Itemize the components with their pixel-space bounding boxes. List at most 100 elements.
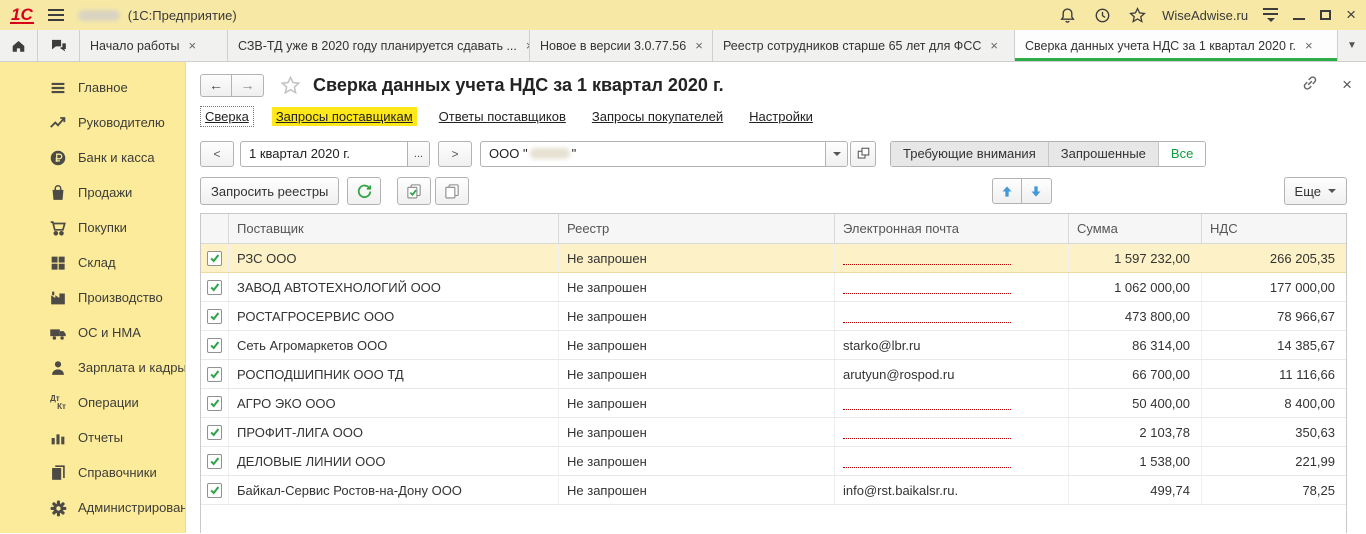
combo-dropdown-icon[interactable]: [825, 142, 847, 166]
window-titlebar: 1С (1С:Предприятие) WiseAdwise.ru ×: [0, 0, 1366, 30]
more-button[interactable]: Еще: [1284, 177, 1347, 205]
row-checkbox[interactable]: [207, 338, 222, 353]
sidebar-item-main[interactable]: Главное: [0, 70, 185, 105]
subtab-supplier-answers[interactable]: Ответы поставщиков: [435, 107, 570, 126]
table-row[interactable]: РОСПОДШИПНИК ООО ТД Не запрошен arutyun@…: [201, 360, 1346, 389]
redacted-organization-name: [530, 148, 570, 159]
tab-close-icon[interactable]: ×: [990, 38, 998, 53]
move-up-button[interactable]: [992, 178, 1022, 204]
toolbar: Запросить реестры: [200, 176, 1347, 206]
chevron-down-icon: [1328, 189, 1336, 193]
tab-fss-registry[interactable]: Реестр сотрудников старше 65 лет для ФСС…: [713, 30, 1015, 61]
sidebar-item-fixed-assets[interactable]: ОС и НМА: [0, 315, 185, 350]
tab-overflow-arrow[interactable]: ▼: [1338, 30, 1366, 61]
email-cell: [835, 447, 1069, 475]
sidebar-item-sales[interactable]: Продажи: [0, 175, 185, 210]
header-supplier[interactable]: Поставщик: [229, 214, 559, 243]
tab-vat-reconciliation[interactable]: Сверка данных учета НДС за 1 квартал 202…: [1015, 30, 1338, 61]
row-checkbox[interactable]: [207, 483, 222, 498]
tab-discussions[interactable]: [38, 30, 80, 61]
supplier-cell: ДЕЛОВЫЕ ЛИНИИ ООО: [229, 447, 559, 475]
next-period-button[interactable]: >: [438, 141, 472, 167]
table-row[interactable]: ПРОФИТ-ЛИГА ООО Не запрошен 2 103,78 350…: [201, 418, 1346, 447]
favorite-star-icon[interactable]: [280, 75, 301, 96]
subtab-settings[interactable]: Настройки: [745, 107, 817, 126]
empty-email-underline: [843, 281, 1011, 294]
tab-close-icon[interactable]: ×: [188, 38, 196, 53]
organization-combobox[interactable]: ООО " ": [480, 141, 848, 167]
registry-cell: Не запрошен: [559, 302, 835, 330]
sidebar-item-purchases[interactable]: Покупки: [0, 210, 185, 245]
notifications-bell-icon[interactable]: [1057, 5, 1077, 25]
sidebar-item-directories[interactable]: Справочники: [0, 455, 185, 490]
subtab-buyer-requests[interactable]: Запросы покупателей: [588, 107, 727, 126]
tab-close-icon[interactable]: ×: [695, 38, 703, 53]
table-row[interactable]: Байкал-Сервис Ростов-на-Дону ООО Не запр…: [201, 476, 1346, 505]
favorites-star-icon[interactable]: [1127, 5, 1147, 25]
filter-all[interactable]: Все: [1158, 142, 1205, 166]
checkmark-icon: [209, 339, 221, 351]
row-checkbox[interactable]: [207, 251, 222, 266]
minimize-button[interactable]: [1293, 18, 1305, 20]
sidebar-item-production[interactable]: Производство: [0, 280, 185, 315]
table-row[interactable]: ДЕЛОВЫЕ ЛИНИИ ООО Не запрошен 1 538,00 2…: [201, 447, 1346, 476]
row-checkbox[interactable]: [207, 367, 222, 382]
row-checkbox[interactable]: [207, 309, 222, 324]
refresh-button[interactable]: [347, 177, 381, 205]
period-field[interactable]: 1 квартал 2020 г. ...: [240, 141, 430, 167]
main-menu-icon[interactable]: [48, 9, 64, 21]
get-link-icon[interactable]: [1300, 73, 1320, 98]
uncheck-all-button[interactable]: [435, 177, 469, 205]
row-checkbox[interactable]: [207, 454, 222, 469]
service-link[interactable]: WiseAdwise.ru: [1162, 8, 1248, 23]
row-checkbox[interactable]: [207, 396, 222, 411]
sidebar-item-salary-hr[interactable]: Зарплата и кадры: [0, 350, 185, 385]
row-checkbox[interactable]: [207, 425, 222, 440]
tab-getting-started[interactable]: Начало работы ×: [80, 30, 228, 61]
request-registries-button[interactable]: Запросить реестры: [200, 177, 339, 205]
tab-szv-td[interactable]: СЗВ-ТД уже в 2020 году планируется сдава…: [228, 30, 530, 61]
table-row[interactable]: АГРО ЭКО ООО Не запрошен 50 400,00 8 400…: [201, 389, 1346, 418]
forward-button[interactable]: →: [232, 74, 264, 97]
table-row[interactable]: РОСТАГРОСЕРВИС ООО Не запрошен 473 800,0…: [201, 302, 1346, 331]
history-icon[interactable]: [1092, 5, 1112, 25]
sidebar-item-administration[interactable]: Администрирование: [0, 490, 185, 525]
sidebar-item-reports[interactable]: Отчеты: [0, 420, 185, 455]
filter-requested[interactable]: Запрошенные: [1048, 142, 1158, 166]
tab-new-version[interactable]: Новое в версии 3.0.77.56 ×: [530, 30, 713, 61]
organization-choose-button[interactable]: [850, 141, 876, 167]
cart-icon: [46, 218, 70, 238]
table-row[interactable]: ЗАВОД АВТОТЕХНОЛОГИЙ ООО Не запрошен 1 0…: [201, 273, 1346, 302]
tab-home[interactable]: [0, 30, 38, 61]
sidebar-item-bank-cash[interactable]: Банк и касса: [0, 140, 185, 175]
header-email[interactable]: Электронная почта: [835, 214, 1069, 243]
tab-close-icon[interactable]: ×: [1305, 38, 1313, 53]
sidebar-item-operations[interactable]: ДтКт Операции: [0, 385, 185, 420]
table-row[interactable]: РЗС ООО Не запрошен 1 597 232,00 266 205…: [201, 244, 1346, 273]
move-down-button[interactable]: [1022, 178, 1052, 204]
sidebar-item-warehouse[interactable]: Склад: [0, 245, 185, 280]
subtab-reconciliation[interactable]: Сверка: [200, 106, 254, 127]
ruble-icon: [46, 148, 70, 168]
supplier-cell: Сеть Агромаркетов ООО: [229, 331, 559, 359]
check-all-button[interactable]: [397, 177, 431, 205]
period-more-button[interactable]: ...: [407, 142, 429, 166]
sidebar-item-manager[interactable]: Руководителю: [0, 105, 185, 140]
email-cell: [835, 273, 1069, 301]
filter-needs-attention[interactable]: Требующие внимания: [891, 142, 1048, 166]
subtab-supplier-requests[interactable]: Запросы поставщикам: [272, 107, 417, 126]
books-icon: [46, 463, 70, 483]
header-vat[interactable]: НДС: [1202, 214, 1346, 243]
service-menu-icon[interactable]: [1263, 8, 1278, 22]
header-sum[interactable]: Сумма: [1069, 214, 1202, 243]
window-close-button[interactable]: ×: [1346, 7, 1356, 23]
vat-cell: 266 205,35: [1202, 244, 1346, 272]
prev-period-button[interactable]: <: [200, 141, 234, 167]
table-row[interactable]: Сеть Агромаркетов ООО Не запрошен starko…: [201, 331, 1346, 360]
restore-button[interactable]: [1320, 10, 1331, 20]
back-button[interactable]: ←: [200, 74, 232, 97]
header-registry[interactable]: Реестр: [559, 214, 835, 243]
row-checkbox[interactable]: [207, 280, 222, 295]
form-close-button[interactable]: ×: [1342, 75, 1352, 95]
empty-email-underline: [843, 252, 1011, 265]
